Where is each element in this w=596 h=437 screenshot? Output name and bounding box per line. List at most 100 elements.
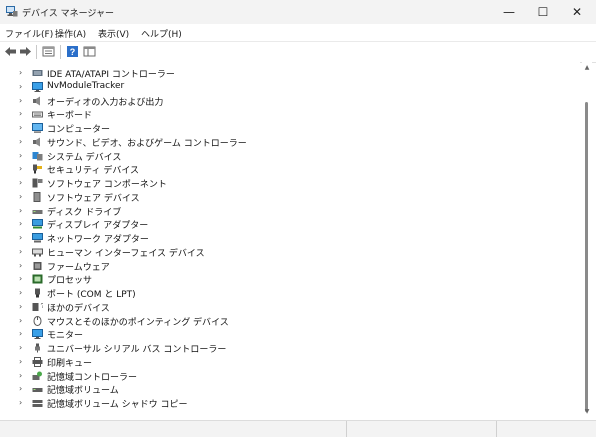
back-arrow-icon[interactable] bbox=[4, 45, 17, 58]
tree-item[interactable]: › ネットワーク アダプター bbox=[0, 231, 580, 245]
forward-arrow-icon[interactable] bbox=[19, 45, 32, 58]
tree-item[interactable]: › ディスク ドライブ bbox=[0, 204, 580, 218]
expand-chevron-icon[interactable]: › bbox=[19, 316, 22, 325]
storage-volume-icon bbox=[32, 388, 43, 393]
menu-file[interactable]: ファイル(F) bbox=[5, 27, 53, 40]
tree-item[interactable]: › マウスとそのほかのポインティング デバイス bbox=[0, 314, 580, 328]
maximize-button[interactable]: ☐ bbox=[524, 0, 562, 24]
tree-item-label: ネットワーク アダプター bbox=[47, 235, 149, 245]
expand-chevron-icon[interactable]: › bbox=[19, 357, 22, 366]
tree-item[interactable]: › 記憶域ボリューム シャドウ コピー bbox=[0, 396, 580, 410]
port-icon bbox=[35, 288, 40, 298]
minimize-button[interactable]: — bbox=[490, 0, 528, 24]
scroll-down-arrow-icon[interactable]: ▼ bbox=[583, 408, 591, 415]
tree-item[interactable]: › ファームウェア bbox=[0, 259, 580, 273]
tree-item-label: オーディオの入力および出力 bbox=[47, 97, 164, 108]
tree-item-label: モニター bbox=[47, 331, 84, 342]
expand-chevron-icon[interactable]: › bbox=[19, 82, 22, 91]
tree-item[interactable]: › ポート (COM と LPT) bbox=[0, 286, 580, 300]
tree-item[interactable]: › ディスプレイ アダプター bbox=[0, 217, 580, 231]
tree-item[interactable]: › コンピューター bbox=[0, 121, 580, 135]
tree-item[interactable]: › ソフトウェア デバイス bbox=[0, 190, 580, 204]
tree-item[interactable]: › オーディオの入力および出力 bbox=[0, 94, 580, 108]
svg-text:?: ? bbox=[41, 303, 44, 310]
tree-item-label: 記憶域ボリューム シャドウ コピー bbox=[47, 400, 188, 410]
tree-item-label: ディスプレイ アダプター bbox=[47, 221, 149, 232]
window-title: デバイス マネージャー bbox=[22, 9, 114, 19]
shadow-copy-icon bbox=[32, 400, 43, 407]
expand-chevron-icon[interactable]: › bbox=[19, 261, 22, 270]
monitor-icon bbox=[32, 329, 43, 340]
expand-chevron-icon[interactable]: › bbox=[19, 68, 22, 77]
processor-icon bbox=[32, 274, 43, 284]
menu-help[interactable]: ヘルプ(H) bbox=[141, 27, 182, 40]
menu-view[interactable]: 表示(V) bbox=[98, 27, 129, 40]
expand-chevron-icon[interactable]: › bbox=[19, 178, 22, 187]
expand-chevron-icon[interactable]: › bbox=[19, 192, 22, 201]
tree-item-label: コンピューター bbox=[47, 125, 111, 135]
tree-item[interactable]: › 記憶域ボリューム bbox=[0, 382, 580, 396]
computer-icon bbox=[32, 123, 43, 133]
status-cell bbox=[346, 421, 497, 437]
toolbar-separator bbox=[60, 45, 61, 59]
vertical-scrollbar[interactable]: ▲ ▼ bbox=[582, 62, 592, 418]
tree-item[interactable]: › ソフトウェア コンポーネント bbox=[0, 176, 580, 190]
software-component-icon bbox=[32, 178, 43, 188]
help-icon[interactable]: ? bbox=[66, 45, 79, 58]
expand-chevron-icon[interactable]: › bbox=[19, 384, 22, 393]
tree-item-label: キーボード bbox=[47, 111, 93, 122]
scroll-thumb[interactable] bbox=[585, 102, 588, 412]
tree-item[interactable]: › モニター bbox=[0, 327, 580, 341]
speaker-icon bbox=[33, 96, 40, 105]
unknown-device-icon: ? bbox=[32, 302, 44, 311]
expand-chevron-icon[interactable]: › bbox=[19, 96, 22, 105]
menu-action[interactable]: 操作(A) bbox=[55, 27, 86, 40]
status-cell bbox=[496, 421, 596, 437]
expand-chevron-icon[interactable]: › bbox=[19, 233, 22, 242]
tree-item[interactable]: › プロセッサ bbox=[0, 272, 580, 286]
monitor-icon bbox=[32, 81, 43, 92]
expand-chevron-icon[interactable]: › bbox=[19, 219, 22, 228]
usb-icon bbox=[35, 343, 40, 353]
mouse-icon bbox=[33, 315, 42, 326]
expand-chevron-icon[interactable]: › bbox=[19, 109, 22, 118]
display-adapter-icon bbox=[32, 219, 43, 229]
tree-item[interactable]: ›?ほかのデバイス bbox=[0, 300, 580, 314]
expand-chevron-icon[interactable]: › bbox=[19, 247, 22, 256]
expand-chevron-icon[interactable]: › bbox=[19, 288, 22, 297]
expand-chevron-icon[interactable]: › bbox=[19, 329, 22, 338]
software-device-icon bbox=[33, 191, 41, 202]
tree-item-label: セキュリティ デバイス bbox=[47, 166, 140, 177]
tree-item[interactable]: › NvModuleTracker bbox=[0, 80, 580, 94]
tree-item[interactable]: › システム デバイス bbox=[0, 149, 580, 163]
expand-chevron-icon[interactable]: › bbox=[19, 206, 22, 215]
tree-item[interactable]: › ヒューマン インターフェイス デバイス bbox=[0, 245, 580, 259]
scroll-up-arrow-icon[interactable]: ▲ bbox=[583, 64, 591, 71]
title-bar[interactable]: デバイス マネージャー — ☐ ✕ bbox=[0, 0, 596, 24]
tree-item[interactable]: › 印刷キュー bbox=[0, 355, 580, 369]
expand-chevron-icon[interactable]: › bbox=[19, 343, 22, 352]
tree-item[interactable]: › キーボード bbox=[0, 107, 580, 121]
tree-item[interactable]: › セキュリティ デバイス bbox=[0, 162, 580, 176]
tree-item-label: マウスとそのほかのポインティング デバイス bbox=[47, 317, 229, 328]
tree-item-label: IDE ATA/ATAPI コントローラー bbox=[47, 70, 175, 80]
tree-item[interactable]: › IDE ATA/ATAPI コントローラー bbox=[0, 66, 580, 80]
expand-chevron-icon[interactable]: › bbox=[19, 302, 22, 311]
tree-item-label: ファームウェア bbox=[47, 262, 110, 273]
expand-chevron-icon[interactable]: › bbox=[19, 371, 22, 380]
expand-chevron-icon[interactable]: › bbox=[19, 398, 22, 407]
tree-item[interactable]: › サウンド、ビデオ、およびゲーム コントローラー bbox=[0, 135, 580, 149]
expand-chevron-icon[interactable]: › bbox=[19, 123, 22, 132]
tree-item[interactable]: › ユニバーサル シリアル バス コントローラー bbox=[0, 341, 580, 355]
tree-item[interactable]: › 記憶域コントローラー bbox=[0, 369, 580, 383]
expand-chevron-icon[interactable]: › bbox=[19, 274, 22, 283]
expand-chevron-icon[interactable]: › bbox=[19, 137, 22, 146]
close-button[interactable]: ✕ bbox=[558, 0, 596, 24]
view-pane-icon[interactable] bbox=[83, 45, 96, 58]
expand-chevron-icon[interactable]: › bbox=[19, 164, 22, 173]
svg-text:?: ? bbox=[70, 47, 76, 57]
speaker-icon bbox=[33, 137, 40, 147]
toolbar-separator bbox=[36, 45, 37, 59]
properties-icon[interactable] bbox=[42, 45, 55, 58]
expand-chevron-icon[interactable]: › bbox=[19, 151, 22, 160]
